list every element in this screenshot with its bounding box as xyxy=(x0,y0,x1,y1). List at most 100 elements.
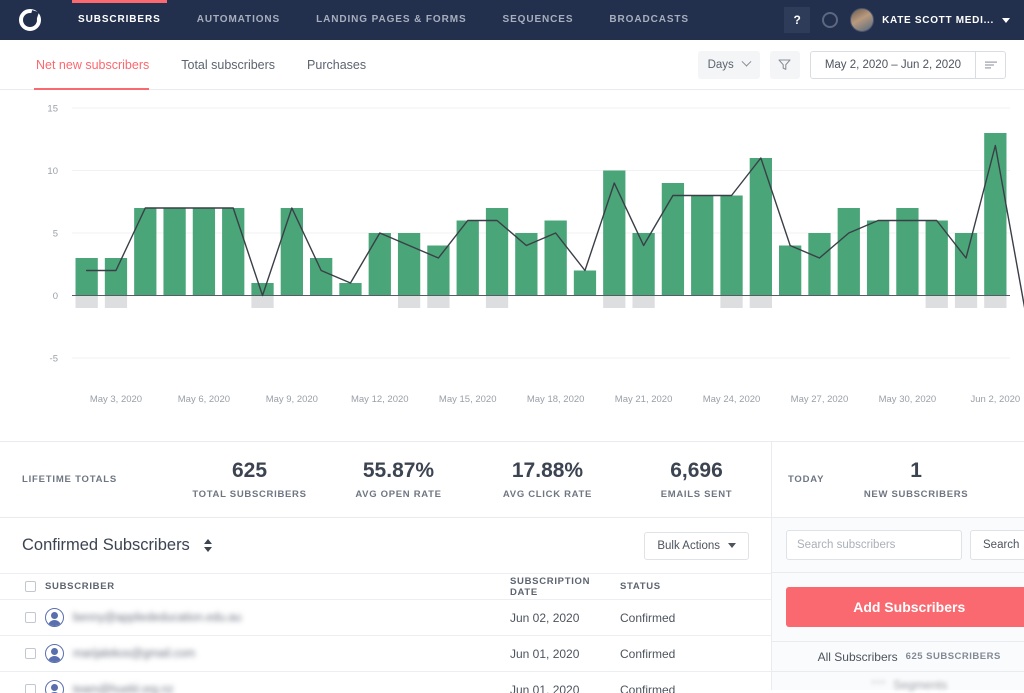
sidebar-item-count: 625 SUBSCRIBERS xyxy=(906,651,1001,662)
stat-value: 625 xyxy=(232,459,267,483)
stat-value: 6,696 xyxy=(670,459,723,483)
nav-item-landing-pages-forms[interactable]: LANDING PAGES & FORMS xyxy=(298,0,484,40)
select-all-checkbox[interactable] xyxy=(25,581,36,592)
tab-net-new-subscribers[interactable]: Net new subscribers xyxy=(18,40,165,90)
convertkit-logo xyxy=(19,9,41,31)
cell-status: Confirmed xyxy=(620,611,710,625)
stat-avg-open-rate: 55.87% AVG OPEN RATE xyxy=(324,459,473,500)
sort-toggle-icon[interactable] xyxy=(204,539,212,552)
granularity-select[interactable]: Days xyxy=(698,51,760,79)
nav-item-subscribers[interactable]: SUBSCRIBERS xyxy=(60,0,179,40)
stats-summary-row: LIFETIME TOTALS 625 TOTAL SUBSCRIBERS 55… xyxy=(0,442,1024,518)
stat-avg-click-rate: 17.88% AVG CLICK RATE xyxy=(473,459,622,500)
filter-button[interactable] xyxy=(770,51,800,79)
row-checkbox[interactable] xyxy=(25,684,36,693)
row-checkbox[interactable] xyxy=(25,648,36,659)
svg-text:May 9, 2020: May 9, 2020 xyxy=(266,394,318,405)
report-toolbar: Net new subscribers Total subscribers Pu… xyxy=(0,40,1024,90)
stat-value: 55.87% xyxy=(363,459,434,483)
sidebar-item-segments[interactable]: °°° Segments xyxy=(772,672,1024,693)
person-avatar-icon xyxy=(45,644,64,663)
row-checkbox[interactable] xyxy=(25,612,36,623)
chevron-down-icon xyxy=(741,57,751,67)
svg-text:May 12, 2020: May 12, 2020 xyxy=(351,394,409,405)
avatar xyxy=(850,8,874,32)
column-header-status[interactable]: STATUS xyxy=(620,581,710,592)
page-title: Confirmed Subscribers xyxy=(22,536,190,555)
bulk-actions-button[interactable]: Bulk Actions xyxy=(644,532,749,560)
account-name: KATE SCOTT MEDI... xyxy=(882,15,994,26)
stat-value: 1 xyxy=(910,459,922,483)
nav-right-group: ? KATE SCOTT MEDI... xyxy=(784,7,1024,33)
granularity-value: Days xyxy=(708,59,734,71)
stat-caption: AVG CLICK RATE xyxy=(503,489,592,500)
top-navigation-bar: SUBSCRIBERS AUTOMATIONS LANDING PAGES & … xyxy=(0,0,1024,40)
svg-text:Jun 2, 2020: Jun 2, 2020 xyxy=(971,394,1021,405)
chart-svg: 151050-5May 3, 2020May 6, 2020May 9, 202… xyxy=(0,90,1024,442)
arrow-up-icon xyxy=(204,539,212,544)
table-row[interactable]: marijalekos@gmail.com Jun 01, 2020 Confi… xyxy=(0,636,771,672)
sidebar-item-all-subscribers[interactable]: All Subscribers 625 SUBSCRIBERS xyxy=(772,642,1024,672)
lifetime-totals-label: LIFETIME TOTALS xyxy=(0,474,175,485)
sidebar-item-label: All Subscribers xyxy=(818,650,898,664)
nav-label: SEQUENCES xyxy=(503,14,574,25)
nav-item-broadcasts[interactable]: BROADCASTS xyxy=(591,0,707,40)
add-subscribers-button[interactable]: Add Subscribers xyxy=(786,587,1024,627)
nav-label: SUBSCRIBERS xyxy=(78,14,161,25)
cell-subscription-date: Jun 01, 2020 xyxy=(510,683,620,693)
notifications-circle-icon[interactable] xyxy=(822,12,838,28)
column-header-subscriber: SUBSCRIBER xyxy=(0,581,510,592)
stat-caption: TOTAL SUBSCRIBERS xyxy=(192,489,306,500)
search-input[interactable] xyxy=(786,530,962,560)
table-header-row: SUBSCRIBER SUBSCRIPTION DATE STATUS xyxy=(0,574,771,600)
svg-text:-5: -5 xyxy=(50,354,58,365)
subscriber-email: marijalekos@gmail.com xyxy=(73,648,195,660)
list-settings-icon[interactable] xyxy=(975,51,1005,79)
cell-status: Confirmed xyxy=(620,683,710,693)
funnel-icon xyxy=(778,58,791,71)
account-menu[interactable]: KATE SCOTT MEDI... xyxy=(850,8,1010,32)
svg-text:15: 15 xyxy=(47,104,58,115)
stat-caption: NEW SUBSCRIBERS xyxy=(864,489,968,500)
tab-label: Net new subscribers xyxy=(36,58,149,72)
svg-text:May 30, 2020: May 30, 2020 xyxy=(879,394,937,405)
nav-label: BROADCASTS xyxy=(609,14,689,25)
stat-total-subscribers: 625 TOTAL SUBSCRIBERS xyxy=(175,459,324,500)
tab-purchases[interactable]: Purchases xyxy=(291,40,382,90)
logo-container[interactable] xyxy=(0,9,60,31)
net-new-subscribers-chart[interactable]: 151050-5May 3, 2020May 6, 2020May 9, 202… xyxy=(0,90,1024,442)
tab-label: Purchases xyxy=(307,58,366,72)
table-row[interactable]: team@huebl.org.nz Jun 01, 2020 Confirmed xyxy=(0,672,771,693)
nav-label: AUTOMATIONS xyxy=(197,14,280,25)
sidebar-item-label: Segments xyxy=(893,678,947,692)
cell-subscriber: marijalekos@gmail.com xyxy=(0,644,510,663)
today-label: TODAY xyxy=(788,474,824,485)
column-header-subscription-date[interactable]: SUBSCRIPTION DATE xyxy=(510,576,620,598)
svg-text:May 6, 2020: May 6, 2020 xyxy=(178,394,230,405)
svg-text:May 3, 2020: May 3, 2020 xyxy=(90,394,142,405)
column-label: SUBSCRIBER xyxy=(45,581,115,592)
svg-text:May 18, 2020: May 18, 2020 xyxy=(527,394,585,405)
nav-label: LANDING PAGES & FORMS xyxy=(316,14,466,25)
cell-subscription-date: Jun 01, 2020 xyxy=(510,647,620,661)
date-range-picker[interactable]: May 2, 2020 – Jun 2, 2020 xyxy=(810,51,1006,79)
help-icon[interactable]: ? xyxy=(784,7,810,33)
stat-new-subscribers-today: 1 NEW SUBSCRIBERS xyxy=(824,459,1008,500)
cell-subscriber: team@huebl.org.nz xyxy=(0,680,510,693)
stat-emails-sent: 6,696 EMAILS SENT xyxy=(622,459,771,500)
nav-item-sequences[interactable]: SEQUENCES xyxy=(485,0,592,40)
date-range-value[interactable]: May 2, 2020 – Jun 2, 2020 xyxy=(811,52,975,78)
subscriber-sidebar: Search Add Subscribers All Subscribers 6… xyxy=(771,518,1024,690)
table-row[interactable]: benny@appliededucation.edu.au Jun 02, 20… xyxy=(0,600,771,636)
tab-total-subscribers[interactable]: Total subscribers xyxy=(165,40,291,90)
subscriber-list-panel: Confirmed Subscribers Bulk Actions SUBSC… xyxy=(0,518,771,690)
search-button[interactable]: Search xyxy=(970,530,1024,560)
person-avatar-icon xyxy=(45,680,64,693)
subscriber-email: team@huebl.org.nz xyxy=(73,684,174,693)
cell-subscription-date: Jun 02, 2020 xyxy=(510,611,620,625)
search-group: Search xyxy=(772,518,1024,573)
nav-item-automations[interactable]: AUTOMATIONS xyxy=(179,0,298,40)
svg-text:May 15, 2020: May 15, 2020 xyxy=(439,394,497,405)
svg-text:May 21, 2020: May 21, 2020 xyxy=(615,394,673,405)
subscriber-list-header: Confirmed Subscribers Bulk Actions xyxy=(0,518,771,574)
